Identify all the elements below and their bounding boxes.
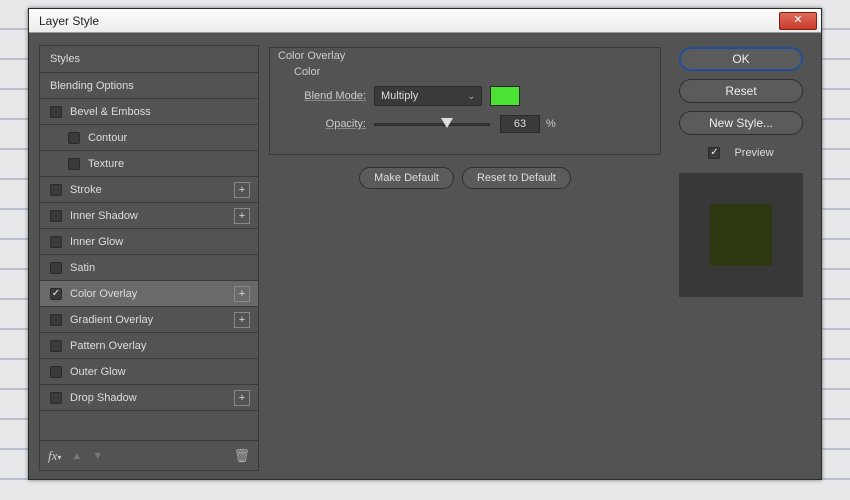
close-button[interactable]: ✕ <box>779 12 817 30</box>
checkbox-preview[interactable] <box>708 147 720 159</box>
label-blending-options: Blending Options <box>50 80 134 92</box>
row-outer-glow[interactable]: Outer Glow <box>40 359 258 385</box>
reset-default-button[interactable]: Reset to Default <box>462 167 571 189</box>
checkbox-inner-glow[interactable] <box>50 236 62 248</box>
dialog-body: Styles Blending Options Bevel & Emboss C… <box>29 33 821 479</box>
preview-box <box>679 173 803 297</box>
fx-icon[interactable]: fx▾ <box>48 448 61 464</box>
color-overlay-group: Color Overlay Color Blend Mode: Multiply… <box>269 47 661 155</box>
add-inner-shadow-icon[interactable]: + <box>234 208 250 224</box>
preview-swatch <box>710 204 772 266</box>
slider-thumb[interactable] <box>441 118 453 128</box>
move-down-icon[interactable]: ▼ <box>92 450 103 462</box>
label-inner-glow: Inner Glow <box>70 236 123 248</box>
label-color-overlay: Color Overlay <box>70 288 137 300</box>
move-up-icon[interactable]: ▲ <box>71 450 82 462</box>
row-color-overlay[interactable]: Color Overlay + <box>40 281 258 307</box>
add-gradient-overlay-icon[interactable]: + <box>234 312 250 328</box>
preview-toggle[interactable]: Preview <box>708 147 773 159</box>
default-buttons: Make Default Reset to Default <box>269 167 661 189</box>
label-drop-shadow: Drop Shadow <box>70 392 137 404</box>
label-texture: Texture <box>88 158 124 170</box>
row-gradient-overlay[interactable]: Gradient Overlay + <box>40 307 258 333</box>
row-inner-shadow[interactable]: Inner Shadow + <box>40 203 258 229</box>
preview-label: Preview <box>734 147 773 159</box>
color-subhead: Color <box>294 66 650 78</box>
chevron-down-icon: ⌄ <box>467 91 475 102</box>
opacity-label: Opacity: <box>280 118 374 130</box>
opacity-input[interactable]: 63 <box>500 115 540 133</box>
row-texture[interactable]: Texture <box>40 151 258 177</box>
opacity-row: Opacity: 63 % <box>280 112 650 136</box>
settings-panel: Color Overlay Color Blend Mode: Multiply… <box>269 45 661 471</box>
checkbox-outer-glow[interactable] <box>50 366 62 378</box>
row-pattern-overlay[interactable]: Pattern Overlay <box>40 333 258 359</box>
checkbox-pattern-overlay[interactable] <box>50 340 62 352</box>
add-stroke-icon[interactable]: + <box>234 182 250 198</box>
row-satin[interactable]: Satin <box>40 255 258 281</box>
blend-mode-select[interactable]: Multiply ⌄ <box>374 86 482 106</box>
ok-button[interactable]: OK <box>679 47 803 71</box>
layer-style-dialog: Layer Style ✕ Styles Blending Options Be… <box>28 8 822 480</box>
row-stroke[interactable]: Stroke + <box>40 177 258 203</box>
label-stroke: Stroke <box>70 184 102 196</box>
label-gradient-overlay: Gradient Overlay <box>70 314 153 326</box>
row-inner-glow[interactable]: Inner Glow <box>40 229 258 255</box>
checkbox-contour[interactable] <box>68 132 80 144</box>
window-title: Layer Style <box>39 14 99 28</box>
checkbox-inner-shadow[interactable] <box>50 210 62 222</box>
checkbox-color-overlay[interactable] <box>50 288 62 300</box>
blend-mode-value: Multiply <box>381 90 418 102</box>
checkbox-bevel[interactable] <box>50 106 62 118</box>
slider-track <box>374 123 490 126</box>
row-contour[interactable]: Contour <box>40 125 258 151</box>
add-drop-shadow-icon[interactable]: + <box>234 390 250 406</box>
styles-footer: fx▾ ▲ ▼ 🗑 <box>40 440 258 470</box>
add-color-overlay-icon[interactable]: + <box>234 286 250 302</box>
label-satin: Satin <box>70 262 95 274</box>
make-default-button[interactable]: Make Default <box>359 167 454 189</box>
label-bevel: Bevel & Emboss <box>70 106 151 118</box>
opacity-slider[interactable] <box>374 114 490 134</box>
label-contour: Contour <box>88 132 127 144</box>
titlebar[interactable]: Layer Style ✕ <box>29 9 821 33</box>
row-bevel-emboss[interactable]: Bevel & Emboss <box>40 99 258 125</box>
color-swatch[interactable] <box>490 86 520 106</box>
styles-panel: Styles Blending Options Bevel & Emboss C… <box>39 45 259 471</box>
checkbox-gradient-overlay[interactable] <box>50 314 62 326</box>
new-style-button[interactable]: New Style... <box>679 111 803 135</box>
checkbox-drop-shadow[interactable] <box>50 392 62 404</box>
label-pattern-overlay: Pattern Overlay <box>70 340 146 352</box>
checkbox-satin[interactable] <box>50 262 62 274</box>
trash-icon[interactable]: 🗑 <box>233 448 250 464</box>
label-outer-glow: Outer Glow <box>70 366 126 378</box>
group-title: Color Overlay <box>278 50 648 62</box>
label-inner-shadow: Inner Shadow <box>70 210 138 222</box>
percent-symbol: % <box>546 118 556 130</box>
action-panel: OK Reset New Style... Preview <box>671 45 811 471</box>
blend-mode-row: Blend Mode: Multiply ⌄ <box>280 84 650 108</box>
blend-mode-label: Blend Mode: <box>280 90 374 102</box>
checkbox-stroke[interactable] <box>50 184 62 196</box>
checkbox-texture[interactable] <box>68 158 80 170</box>
row-blending-options[interactable]: Blending Options <box>40 73 258 99</box>
styles-header[interactable]: Styles <box>40 46 258 73</box>
reset-button[interactable]: Reset <box>679 79 803 103</box>
row-drop-shadow[interactable]: Drop Shadow + <box>40 385 258 411</box>
close-icon: ✕ <box>793 15 802 26</box>
